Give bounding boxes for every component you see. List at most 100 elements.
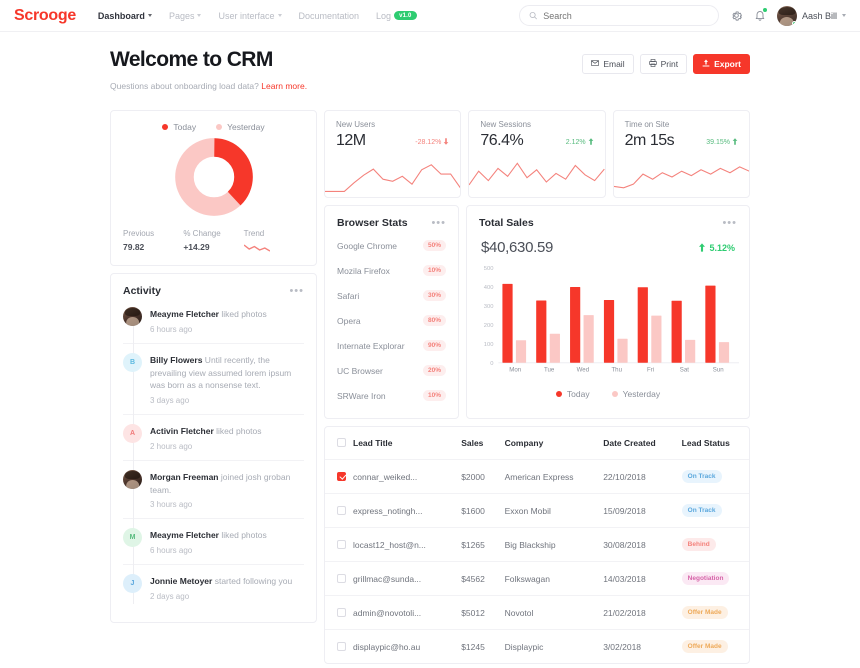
export-button[interactable]: Export [693,54,750,74]
button-label: Export [714,59,741,69]
chevron-down-icon [277,14,282,17]
legend-dot [162,124,169,130]
activity-content: Meayme Fletcher liked photos 6 hours ago [150,528,267,555]
table-row: locast12_host@n... $1265 Big Blackship 30/0… [325,527,749,562]
stat-label: % Change [183,229,221,238]
left-column: Today Yesterday Previous 79.82 % Change +14.… [110,110,317,664]
avatar [776,5,797,26]
donut-stat-trend: Trend [243,229,304,255]
activity-time: 2 hours ago [150,441,193,451]
activity-text: Meayme Fletcher liked photos [150,530,267,541]
cell-lead-status: On Track [675,459,749,494]
kpi-card-new-sessions: New Sessions 76.4% 2.12% [468,110,606,198]
select-all-checkbox[interactable] [337,438,346,447]
activity-content: Meayme Fletcher liked photos 6 hours ago [150,307,267,334]
donut-chart [123,138,304,216]
cell-sales: $5012 [455,595,499,630]
kpi-sparkline [469,157,605,197]
row-checkbox[interactable] [337,607,346,617]
page-header: Welcome to CRM Questions about onboardin… [110,48,750,91]
browser-percent: 30% [422,290,446,301]
status-badge: Offer Made [681,606,728,619]
version-badge: v1.0 [394,11,417,20]
cell-company: Folkswagan [498,561,598,596]
nav-items: Dashboard Pages User interface Documentatio… [98,11,417,21]
row-checkbox[interactable] [337,573,346,583]
chevron-down-icon [197,14,202,17]
activity-time: 6 hours ago [150,546,193,555]
browser-stat-row: Mozila Firefox 10% [337,258,446,283]
activity-text: Morgan Freeman joined josh groban team. [150,471,291,495]
brand-logo[interactable]: Scrooge [14,7,76,25]
search-input[interactable] [543,10,709,21]
browser-name: UC Browser [337,365,383,376]
user-menu[interactable]: Aash Bill [776,5,846,26]
row-checkbox[interactable] [337,505,346,515]
cell-date: 30/08/2018 [597,527,676,562]
kpi-change: -28.12% [415,138,449,150]
lead-title-text: express_notingh... [353,505,423,516]
cell-date: 15/09/2018 [597,493,676,528]
row-checkbox[interactable] [337,539,346,549]
browser-percent: 10% [422,265,446,276]
activity-title: Activity [123,285,161,297]
activity-content: Jonnie Metoyer started following you 2 da… [150,574,292,601]
lead-title-text: locast12_host@n... [353,539,426,550]
nav-item-log[interactable]: Log v1.0 [376,11,417,21]
donut-stat-previous: Previous 79.82 [123,229,183,255]
svg-text:Sun: Sun [713,366,724,373]
notifications-button[interactable] [754,8,767,22]
nav-item-dashboard[interactable]: Dashboard [98,11,152,21]
table-row: grillmac@sunda... $4562 Folkswagan 14/03/20… [325,561,749,596]
settings-button[interactable] [730,9,743,22]
kpi-sparkline [325,157,461,197]
svg-text:Tue: Tue [544,366,555,373]
status-badge: Behind [681,538,716,551]
browser-stat-row: Opera 80% [337,308,446,333]
avatar: M [123,528,142,548]
column-header-lead-title: Lead Title [325,427,455,460]
nav-item-label: Pages [168,10,195,21]
nav-item-documentation[interactable]: Documentation [299,11,360,21]
table-row: connar_weiked... $2000 American Express 22/… [325,459,749,494]
stat-label: Previous [123,229,155,238]
nav-item-user-interface[interactable]: User interface [218,10,282,21]
kpi-change-value: 39.15% [706,139,730,146]
more-horizontal-icon[interactable]: ••• [289,286,304,297]
leads-table-card: Lead Title Sales Company Date Created Lead S… [324,426,750,664]
cell-lead-status: Negotiation [675,561,749,596]
browser-stats-list: Google Chrome 50% Mozila Firefox 10% Safari 3… [325,229,458,418]
more-horizontal-icon[interactable]: ••• [431,218,446,229]
legend-item-today: Today [162,122,196,132]
search-box[interactable] [518,5,719,26]
list-item: M Meayme Fletcher liked photos 6 hours ago [123,518,304,564]
print-button[interactable]: Print [639,54,688,74]
chevron-down-icon [842,14,846,17]
learn-more-link[interactable]: Learn more. [261,81,307,91]
total-sales-legend: Today Yesterday [467,385,749,409]
cell-lead-status: On Track [675,493,749,528]
cell-lead-title: displaypic@ho.au [325,629,456,663]
row-checkbox[interactable] [337,471,346,481]
avatar: J [123,574,142,593]
table-row: admin@novotoli... $5012 Novotol 21/02/2018 O… [325,595,749,630]
activity-card: Activity ••• Meayme Fletcher liked photo… [110,273,317,623]
button-label: Print [660,59,679,69]
cell-sales: $1245 [455,629,499,663]
activity-user: Jonnie Metoyer [150,576,213,586]
browser-name: Safari [337,290,360,301]
nav-item-label: Dashboard [97,10,145,21]
email-button[interactable]: Email [582,54,634,74]
upload-icon [702,59,710,69]
nav-item-pages[interactable]: Pages [169,11,202,21]
nav-item-label: User interface [218,10,275,21]
activity-text: Meayme Fletcher liked photos [150,309,267,319]
stat-value: +14.29 [183,242,210,252]
kpi-change: 39.15% [706,138,738,150]
status-badge: On Track [681,504,722,517]
kpi-value: 2m 15s [624,132,675,149]
browser-stat-row: SRWare Iron 10% [337,383,446,408]
row-checkbox[interactable] [337,641,346,651]
activity-user: Meayme Fletcher [150,309,219,319]
more-horizontal-icon[interactable]: ••• [722,218,737,229]
